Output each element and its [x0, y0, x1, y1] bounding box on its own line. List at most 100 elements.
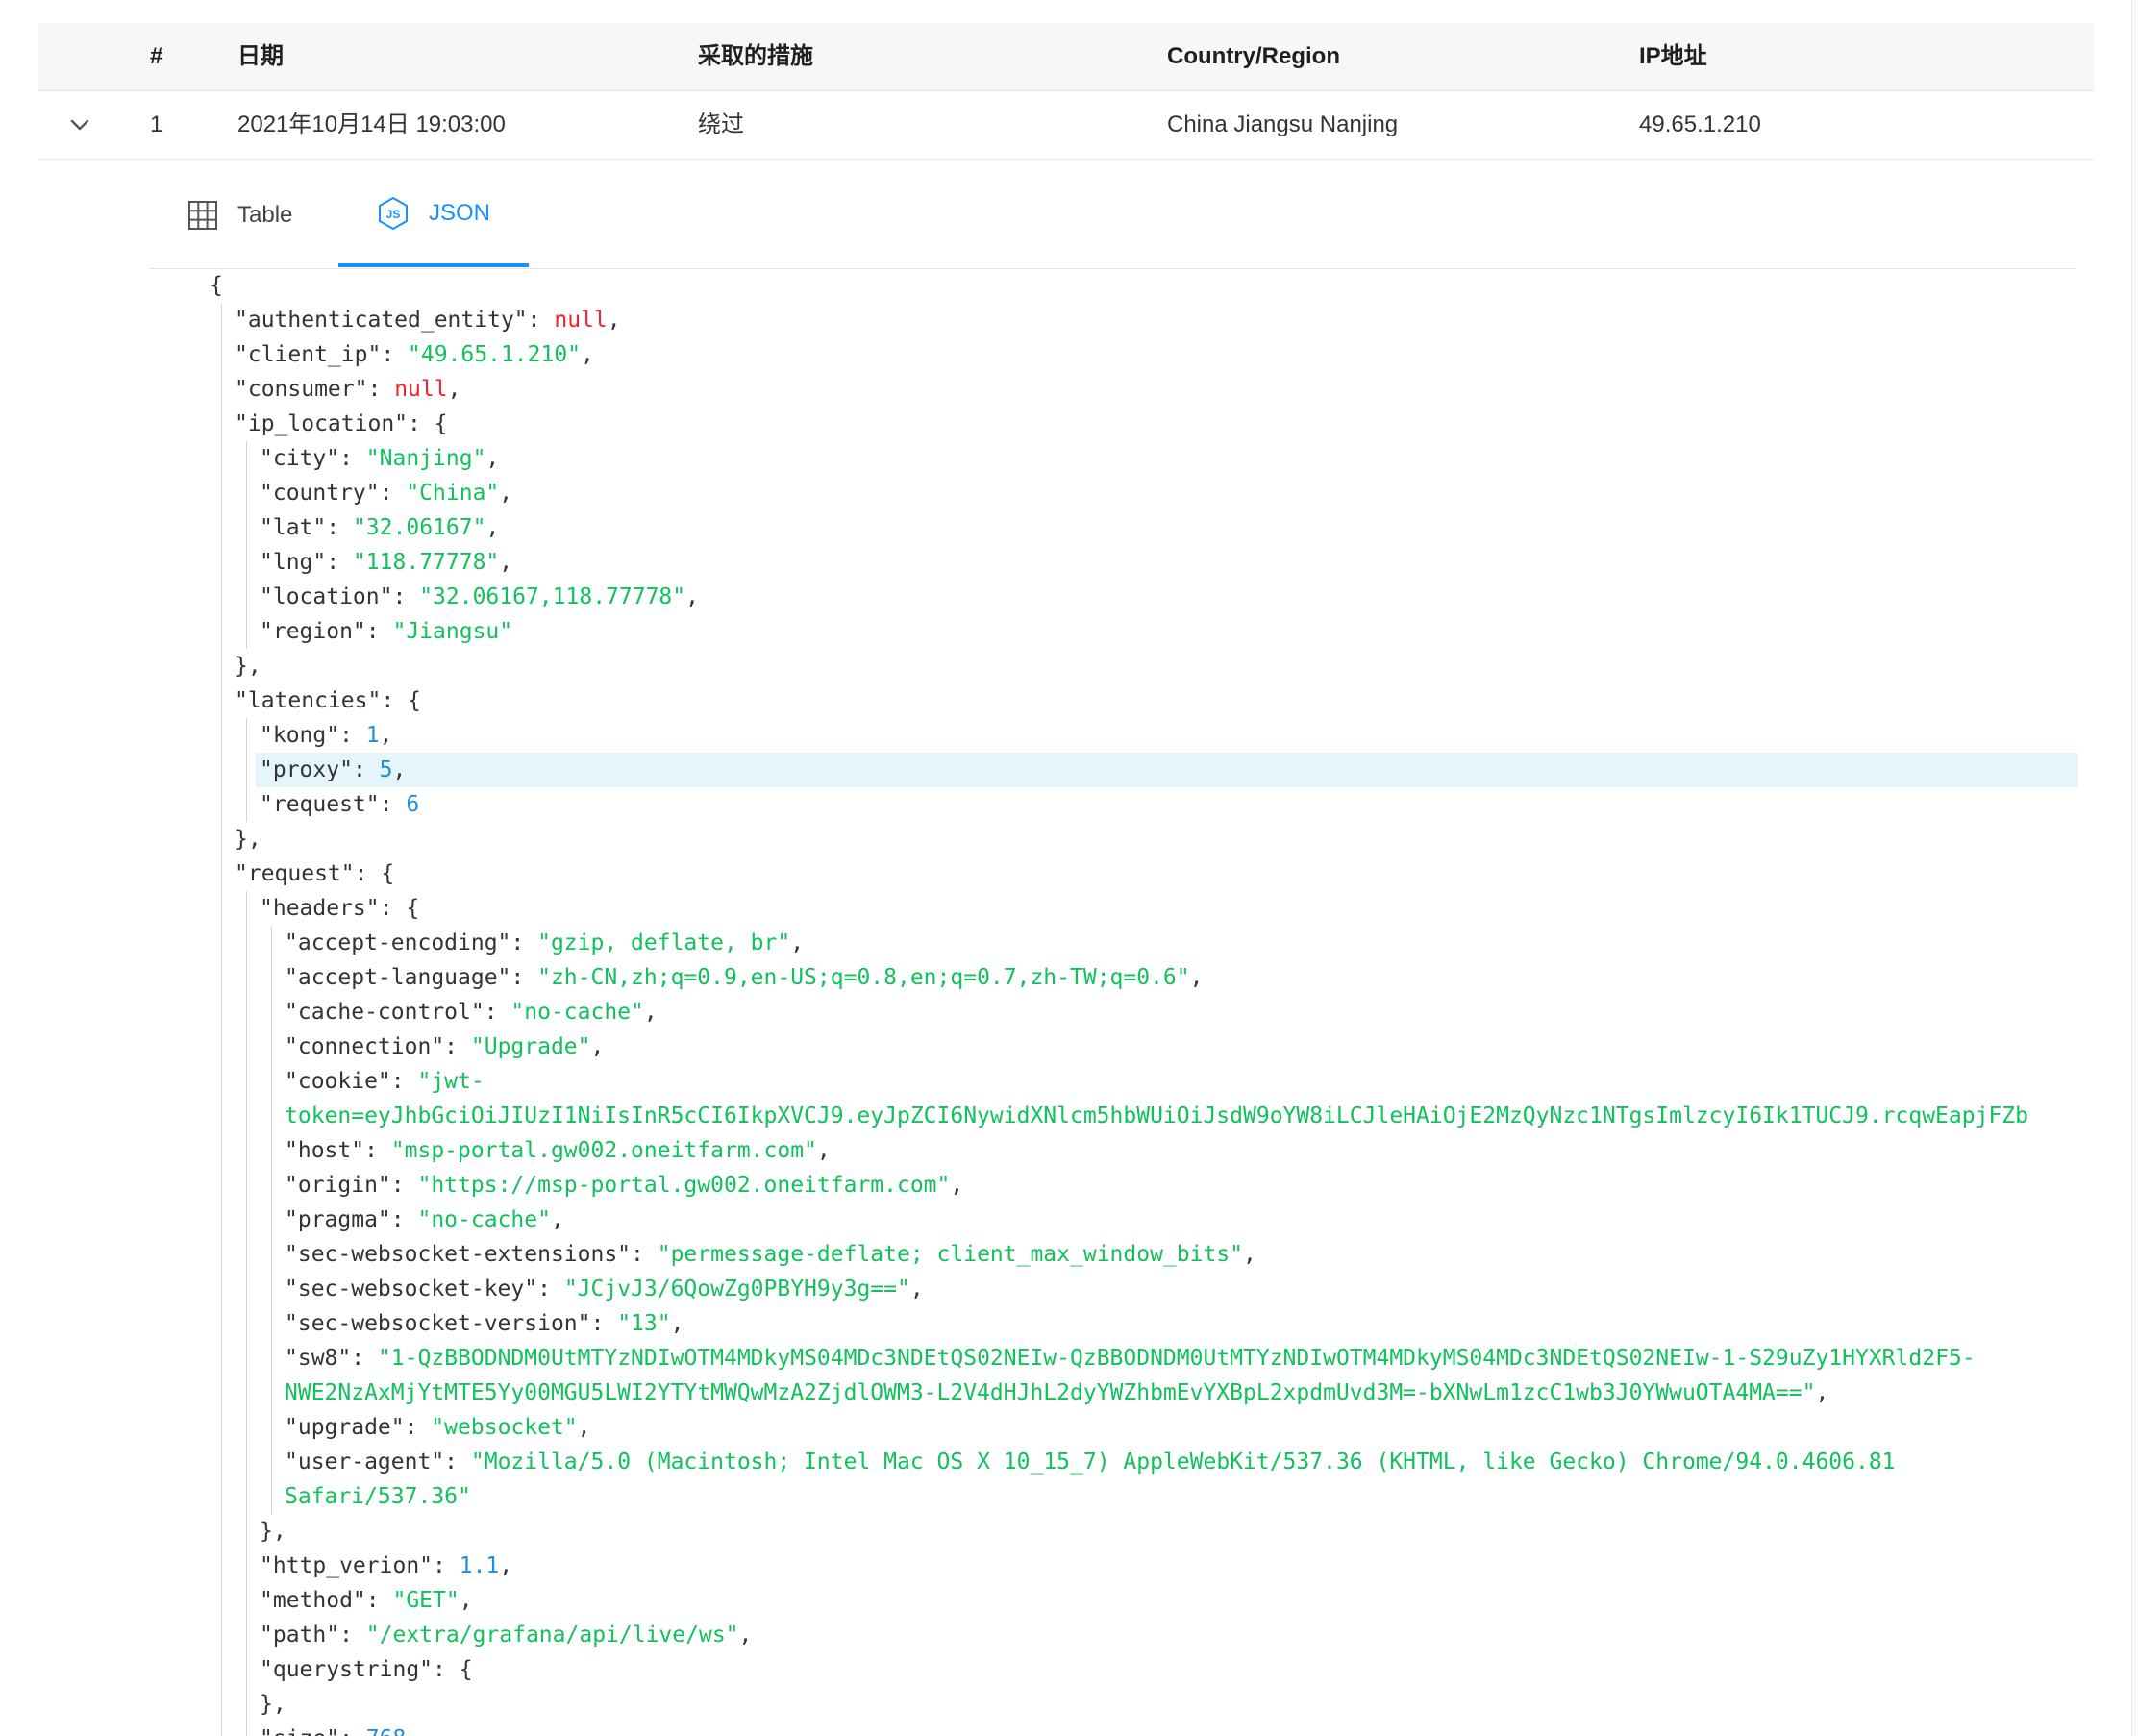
json-string-value: "zh-CN,zh;q=0.9,en-US;q=0.8,en;q=0.7,zh-…	[537, 965, 1190, 990]
json-line: },	[260, 1514, 286, 1549]
json-line: "lng": "118.77778",	[260, 545, 512, 580]
json-key: "user-agent"	[285, 1450, 445, 1475]
row-action: 绕过	[698, 112, 744, 137]
json-key: "region"	[260, 619, 366, 644]
json-line: "consumer": null,	[235, 372, 460, 407]
chevron-down-icon[interactable]	[65, 111, 94, 139]
json-key: "kong"	[260, 723, 340, 748]
json-string-value: "no-cache"	[417, 1207, 551, 1232]
json-punctuation: :	[510, 930, 538, 955]
json-punctuation: :	[390, 1207, 418, 1232]
json-string-value: "/extra/grafana/api/live/ws"	[365, 1623, 739, 1648]
json-line: "location": "32.06167,118.77778",	[260, 580, 699, 614]
json-number-value: 1	[365, 723, 380, 748]
json-number-value: 768	[366, 1726, 407, 1736]
json-line: "headers": {	[260, 891, 419, 926]
json-line: "host": "msp-portal.gw002.oneitfarm.com"…	[285, 1133, 831, 1168]
json-line: Safari/537.36"	[285, 1479, 471, 1514]
json-string-value: "Mozilla/5.0 (Macintosh; Intel Mac OS X …	[470, 1450, 1896, 1475]
tab-json[interactable]: JS JSON	[338, 163, 529, 267]
json-line: "cookie": "jwt-	[285, 1064, 485, 1099]
json-punctuation: ,	[392, 757, 407, 782]
json-punctuation: :	[364, 1138, 391, 1163]
json-string-value: "118.77778"	[352, 550, 500, 575]
json-punctuation: },	[260, 1692, 286, 1717]
json-key: "latencies"	[235, 688, 382, 713]
column-header-country-region: Country/Region	[1167, 43, 1340, 69]
indent-guide	[246, 441, 247, 649]
json-punctuation: : {	[408, 411, 448, 436]
json-number-value: 5	[379, 757, 393, 782]
json-line: token=eyJhbGciOiJIUzI1NiIsInR5cCI6IkpXVC…	[285, 1099, 2028, 1133]
json-punctuation: :	[339, 1623, 366, 1648]
json-null-value: null	[554, 308, 608, 333]
json-key: "request"	[260, 792, 380, 817]
json-key: "city"	[260, 446, 340, 471]
svg-text:JS: JS	[386, 208, 401, 221]
json-punctuation: ,	[459, 1588, 473, 1613]
json-punctuation: :	[484, 1000, 511, 1025]
json-line: NWE2NzAxMjYtMTE5Yy00MGU5LWI2YTYtMWQwMzA2…	[285, 1376, 1828, 1410]
json-string-value: "China"	[406, 481, 500, 506]
json-punctuation: {	[210, 273, 223, 298]
json-key: "origin"	[285, 1173, 391, 1198]
json-key: "authenticated_entity"	[235, 308, 528, 333]
table-header: # 日期 采取的措施 Country/Region IP地址	[38, 23, 2094, 91]
json-key: "country"	[260, 481, 380, 506]
row-number: 1	[150, 112, 163, 137]
column-header-ip: IP地址	[1639, 43, 1707, 69]
table-row[interactable]: 1 2021年10月14日 19:03:00 绕过 China Jiangsu …	[38, 91, 2094, 160]
json-key: "cookie"	[285, 1069, 391, 1094]
json-string-value: "msp-portal.gw002.oneitfarm.com"	[390, 1138, 817, 1163]
json-punctuation: ,	[790, 930, 805, 955]
json-punctuation: :	[392, 584, 420, 609]
json-punctuation: :	[379, 481, 407, 506]
json-punctuation: ,	[950, 1173, 964, 1198]
json-string-value: "32.06167"	[352, 515, 486, 540]
row-ip-address: 49.65.1.210	[1639, 112, 1761, 137]
json-line: "client_ip": "49.65.1.210",	[235, 337, 594, 372]
json-key: "cache-control"	[285, 1000, 485, 1025]
json-string-value: "JCjvJ3/6QowZg0PBYH9y3g=="	[563, 1277, 910, 1302]
json-punctuation: ,	[607, 308, 621, 333]
detail-tab-bar: Table JS JSON	[149, 163, 2076, 269]
json-line: "user-agent": "Mozilla/5.0 (Macintosh; I…	[285, 1445, 1896, 1479]
json-punctuation: :	[510, 965, 538, 990]
json-line: "sw8": "1-QzBBODNDM0UtMTYzNDIwOTM4MDkyMS…	[285, 1341, 1976, 1376]
tab-table[interactable]: Table	[187, 163, 292, 267]
json-punctuation: ,	[550, 1207, 564, 1232]
json-punctuation: :	[404, 1415, 432, 1440]
json-line: "origin": "https://msp-portal.gw002.onei…	[285, 1168, 963, 1203]
json-punctuation: ,	[643, 1000, 658, 1025]
js-icon: JS	[378, 196, 408, 231]
json-key: "headers"	[260, 896, 380, 921]
json-key: "path"	[260, 1623, 340, 1648]
json-line: "sec-websocket-extensions": "permessage-…	[285, 1237, 1256, 1272]
json-line: },	[260, 1687, 286, 1722]
json-line: "city": "Nanjing",	[260, 441, 499, 476]
json-line: "authenticated_entity": null,	[235, 303, 621, 337]
json-punctuation: ,	[738, 1623, 753, 1648]
json-punctuation: :	[444, 1450, 471, 1475]
json-key: "http_verion"	[260, 1553, 434, 1578]
json-line: "method": "GET",	[260, 1583, 473, 1618]
json-line: "upgrade": "websocket",	[285, 1410, 591, 1445]
column-header-action: 采取的措施	[698, 43, 813, 69]
json-punctuation: :	[351, 1346, 378, 1371]
json-viewer[interactable]: {"authenticated_entity": null, "client_ip…	[204, 268, 2078, 1736]
json-punctuation: },	[235, 827, 261, 852]
json-key: "connection"	[285, 1034, 445, 1059]
json-punctuation: },	[260, 1519, 286, 1544]
json-punctuation: :	[631, 1242, 658, 1267]
json-line: "proxy": 5,	[260, 753, 406, 787]
json-string-value: token=eyJhbGciOiJIUzI1NiIsInR5cCI6IkpXVC…	[285, 1104, 2028, 1128]
json-punctuation: :	[590, 1311, 618, 1336]
column-header-number: #	[150, 43, 163, 69]
json-line: "cache-control": "no-cache",	[285, 995, 658, 1029]
json-punctuation: :	[390, 1069, 418, 1094]
json-key: "client_ip"	[235, 342, 382, 367]
grid-table-icon	[188, 201, 217, 230]
page-scrollbar[interactable]	[2131, 0, 2138, 1736]
json-string-value: "32.06167,118.77778"	[419, 584, 686, 609]
json-string-value: NWE2NzAxMjYtMTE5Yy00MGU5LWI2YTYtMWQwMzA2…	[285, 1380, 1816, 1405]
